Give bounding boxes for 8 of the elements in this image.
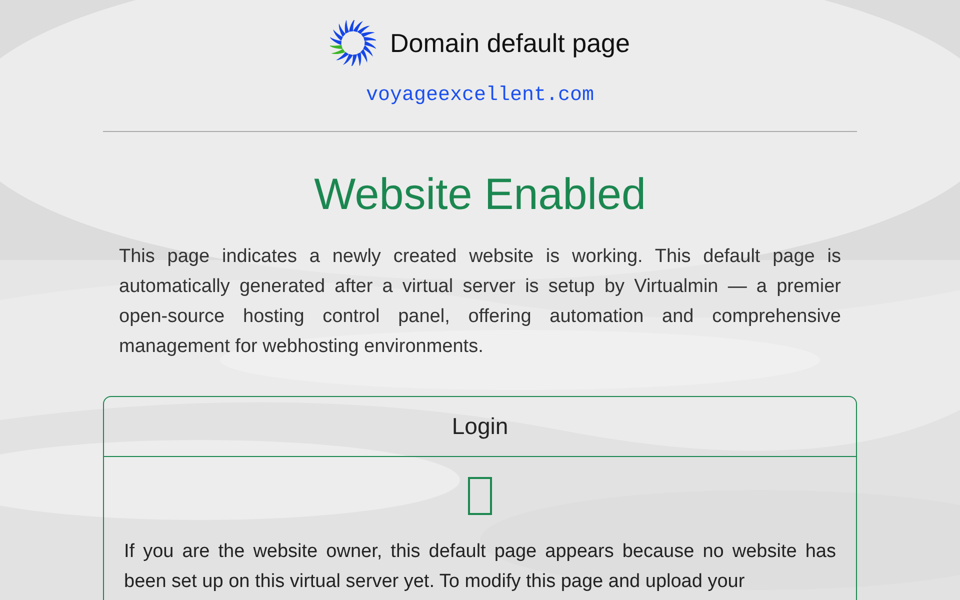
page-title: Domain default page [390, 28, 630, 58]
status-heading: Website Enabled [313, 170, 647, 220]
spiral-logo-icon [330, 20, 376, 66]
card-paragraph: If you are the website owner, this default page appears because no website has been set up on this virtual server yet. To modify this page and upload your [124, 540, 836, 594]
box-icon [468, 477, 492, 515]
card-title: Login [452, 413, 508, 440]
intro-paragraph: This page indicates a newly created website is working. This default page is automatically generated after a virtual server is setup by Virtualmin — a premier open-source hosting control panel, offering automation and comprehensive management for webhosting environments. [119, 245, 841, 359]
domain-name: voyageexcellent.com [366, 84, 594, 107]
